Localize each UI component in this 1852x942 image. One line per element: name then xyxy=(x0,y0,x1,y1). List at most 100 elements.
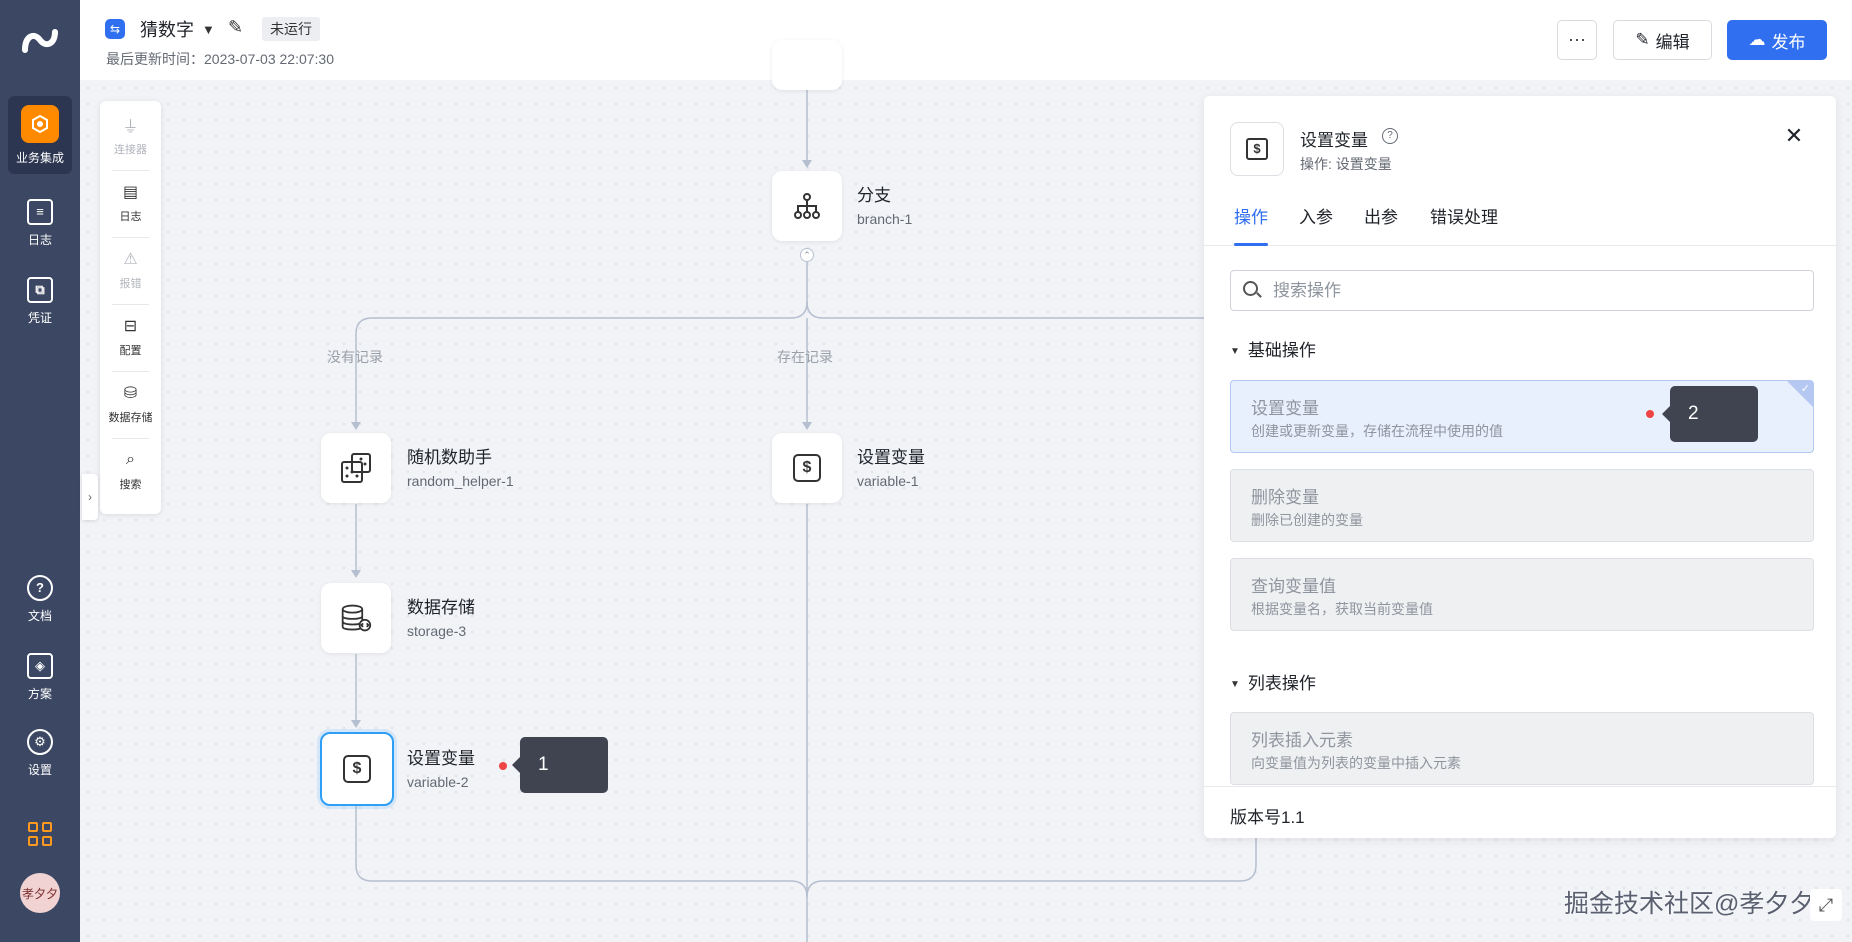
dollar-icon: $ xyxy=(343,755,371,783)
tool-storage[interactable]: ⛁ 数据存储 xyxy=(100,371,161,437)
plug-icon: ⏚ xyxy=(122,119,139,136)
edit-button[interactable]: ✎ 编辑 xyxy=(1613,20,1712,60)
node-storage[interactable] xyxy=(321,583,391,653)
node-config-panel: $ 设置变量 ? 操作: 设置变量 ✕ 操作 入参 出参 错误处理 ▼基础操作 … xyxy=(1204,96,1836,838)
section-basic-ops[interactable]: ▼ 基础操作 xyxy=(1230,336,1316,361)
op-card-list-insert[interactable]: 列表插入元素 向变量值为列表的变量中插入元素 xyxy=(1230,712,1814,785)
close-button[interactable]: ✕ xyxy=(1782,124,1806,148)
credential-icon: ⧉ xyxy=(27,276,53,303)
gear-icon: ⚙ xyxy=(27,728,53,755)
caret-down-icon: ▼ xyxy=(1230,679,1240,690)
op-card-delete-variable[interactable]: 删除变量 删除已创建的变量 xyxy=(1230,469,1814,542)
previous-node[interactable] xyxy=(772,40,842,90)
nav-item-docs[interactable]: ? 文档 xyxy=(8,560,72,638)
node-title: 分支 xyxy=(857,186,891,205)
annotation-dot xyxy=(1646,410,1654,418)
node-set-variable-1[interactable]: $ xyxy=(772,433,842,503)
edit-name-icon[interactable]: ✎ xyxy=(228,17,243,38)
panel-title: 设置变量 xyxy=(1300,131,1368,150)
tool-label: 配置 xyxy=(119,345,142,357)
op-desc: 根据变量名，获取当前变量值 xyxy=(1251,601,1433,617)
node-title: 设置变量 xyxy=(407,749,475,768)
flow-icon: ⇆ xyxy=(105,19,125,39)
nav-item-solution[interactable]: ◈ 方案 xyxy=(8,638,72,716)
nav-item-log[interactable]: ≡ 日志 xyxy=(8,184,72,262)
tool-log[interactable]: ▤ 日志 xyxy=(100,170,161,236)
tool-search[interactable]: ⌕ 搜索 xyxy=(100,438,161,504)
more-button[interactable]: ··· xyxy=(1557,20,1597,60)
nav-label: 设置 xyxy=(27,762,52,777)
op-card-query-variable[interactable]: 查询变量值 根据变量名，获取当前变量值 xyxy=(1230,558,1814,631)
app-logo[interactable] xyxy=(20,26,60,60)
section-title: 列表操作 xyxy=(1247,674,1316,693)
fit-view-button[interactable]: ⤢ xyxy=(1810,889,1842,921)
caret-down-icon: ▼ xyxy=(1230,346,1240,357)
search-icon: ⌕ xyxy=(126,451,135,468)
expand-icon: ⤢ xyxy=(1818,895,1834,915)
collapse-toolbox-button[interactable]: › xyxy=(82,474,98,520)
node-title: 设置变量 xyxy=(857,448,925,467)
branch-icon xyxy=(791,190,823,222)
avatar[interactable]: 孝夕夕 xyxy=(20,873,60,913)
node-random-helper[interactable] xyxy=(321,433,391,503)
nav-item-credential[interactable]: ⧉ 凭证 xyxy=(8,262,72,340)
warning-icon: ⚠ xyxy=(123,251,138,268)
tab-output-params[interactable]: 出参 xyxy=(1364,204,1398,246)
status-badge: 未运行 xyxy=(262,17,320,41)
left-nav: 业务集成 ≡ 日志 ⧉ 凭证 ? 文档 ◈ 方案 ⚙ 设置 孝夕夕 xyxy=(0,0,80,942)
nav-label: 文档 xyxy=(27,608,52,623)
log-icon: ≡ xyxy=(27,198,53,225)
op-desc: 删除已创建的变量 xyxy=(1251,512,1363,528)
nav-label: 业务集成 xyxy=(15,150,64,165)
chevron-down-icon[interactable]: ▼ xyxy=(202,22,215,37)
node-id: variable-1 xyxy=(857,473,919,489)
config-icon: ⊟ xyxy=(123,318,138,335)
check-icon: ✓ xyxy=(1800,383,1810,395)
nav-item-settings[interactable]: ⚙ 设置 xyxy=(8,714,72,792)
node-type-icon: $ xyxy=(1230,122,1284,176)
tab-input-params[interactable]: 入参 xyxy=(1299,204,1333,246)
node-id: branch-1 xyxy=(857,211,913,227)
tool-config[interactable]: ⊟ 配置 xyxy=(100,304,161,370)
database-icon: ⛁ xyxy=(123,385,138,402)
nav-label: 日志 xyxy=(27,232,52,247)
nav-label: 方案 xyxy=(27,686,52,701)
tool-label: 数据存储 xyxy=(108,412,153,424)
version-text: 版本号1.1 xyxy=(1230,808,1305,827)
database-icon xyxy=(340,602,372,634)
annotation-tag: 1 xyxy=(512,737,608,793)
apps-grid-icon[interactable] xyxy=(28,822,52,846)
dice-icon xyxy=(340,452,372,484)
tool-connector[interactable]: ⏚ 连接器 xyxy=(100,103,161,169)
tab-operation[interactable]: 操作 xyxy=(1234,204,1268,246)
node-set-variable-2[interactable]: $ xyxy=(320,732,394,806)
dollar-icon: $ xyxy=(1246,138,1268,160)
node-id: storage-3 xyxy=(407,623,467,639)
op-desc: 向变量值为列表的变量中插入元素 xyxy=(1251,755,1461,771)
flow-title[interactable]: 猜数字 xyxy=(140,16,194,42)
panel-subtitle: 操作: 设置变量 xyxy=(1300,156,1392,172)
close-icon: ✕ xyxy=(1784,123,1804,148)
branch-label: 没有记录 xyxy=(327,349,383,365)
op-title: 查询变量值 xyxy=(1251,577,1336,596)
nav-label: 凭证 xyxy=(27,310,52,325)
node-title: 数据存储 xyxy=(407,598,475,617)
node-branch[interactable] xyxy=(772,171,842,241)
annotation-tag: 2 xyxy=(1662,386,1758,442)
help-icon[interactable]: ? xyxy=(1382,128,1398,144)
node-title: 随机数助手 xyxy=(407,448,492,467)
section-title: 基础操作 xyxy=(1247,341,1316,360)
tool-error[interactable]: ⚠ 报错 xyxy=(100,237,161,303)
search-input[interactable] xyxy=(1273,277,1793,305)
section-list-ops[interactable]: ▼ 列表操作 xyxy=(1230,669,1316,694)
publish-button[interactable]: ☁ 发布 xyxy=(1727,20,1827,60)
collapse-branch-button[interactable]: ⌃ xyxy=(800,248,814,262)
branch-label: 存在记录 xyxy=(777,349,833,365)
tab-error-handling[interactable]: 错误处理 xyxy=(1430,204,1498,246)
nav-item-integration[interactable]: 业务集成 xyxy=(8,96,72,174)
help-icon: ? xyxy=(27,574,53,601)
search-icon xyxy=(1243,281,1258,296)
op-title: 删除变量 xyxy=(1251,488,1319,507)
pencil-icon: ✎ xyxy=(1635,30,1650,49)
solution-icon: ◈ xyxy=(27,652,53,679)
